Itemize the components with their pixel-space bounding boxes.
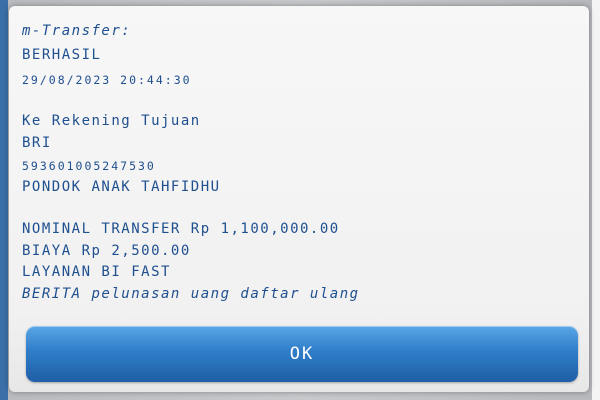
- message-line-account-name: PONDOK ANAK TAHFIDHU: [22, 179, 221, 195]
- message-line-status: BERHASIL: [22, 47, 102, 63]
- dialog-message: m-Transfer: BERHASIL 29/08/2023 20:44:30…: [22, 18, 572, 310]
- message-line-title: m-Transfer:: [22, 23, 132, 39]
- ok-button-label: OK: [289, 344, 315, 364]
- message-line-destination-heading: Ke Rekening Tujuan: [22, 113, 201, 129]
- message-line-service: LAYANAN BI FAST: [22, 264, 171, 280]
- message-line-amount: NOMINAL TRANSFER Rp 1,100,000.00: [22, 221, 340, 237]
- background-edge-right: [592, 0, 600, 400]
- ok-button[interactable]: OK: [26, 326, 578, 382]
- message-line-datetime: 29/08/2023 20:44:30: [22, 73, 192, 87]
- message-line-account-number: 593601005247530: [22, 159, 156, 173]
- message-line-bank: BRI: [22, 135, 52, 151]
- message-line-fee: BIAYA Rp 2,500.00: [22, 243, 191, 259]
- transfer-result-dialog: m-Transfer: BERHASIL 29/08/2023 20:44:30…: [9, 6, 589, 392]
- background-edge-left: [0, 0, 8, 400]
- message-scroll-fade: [22, 300, 572, 310]
